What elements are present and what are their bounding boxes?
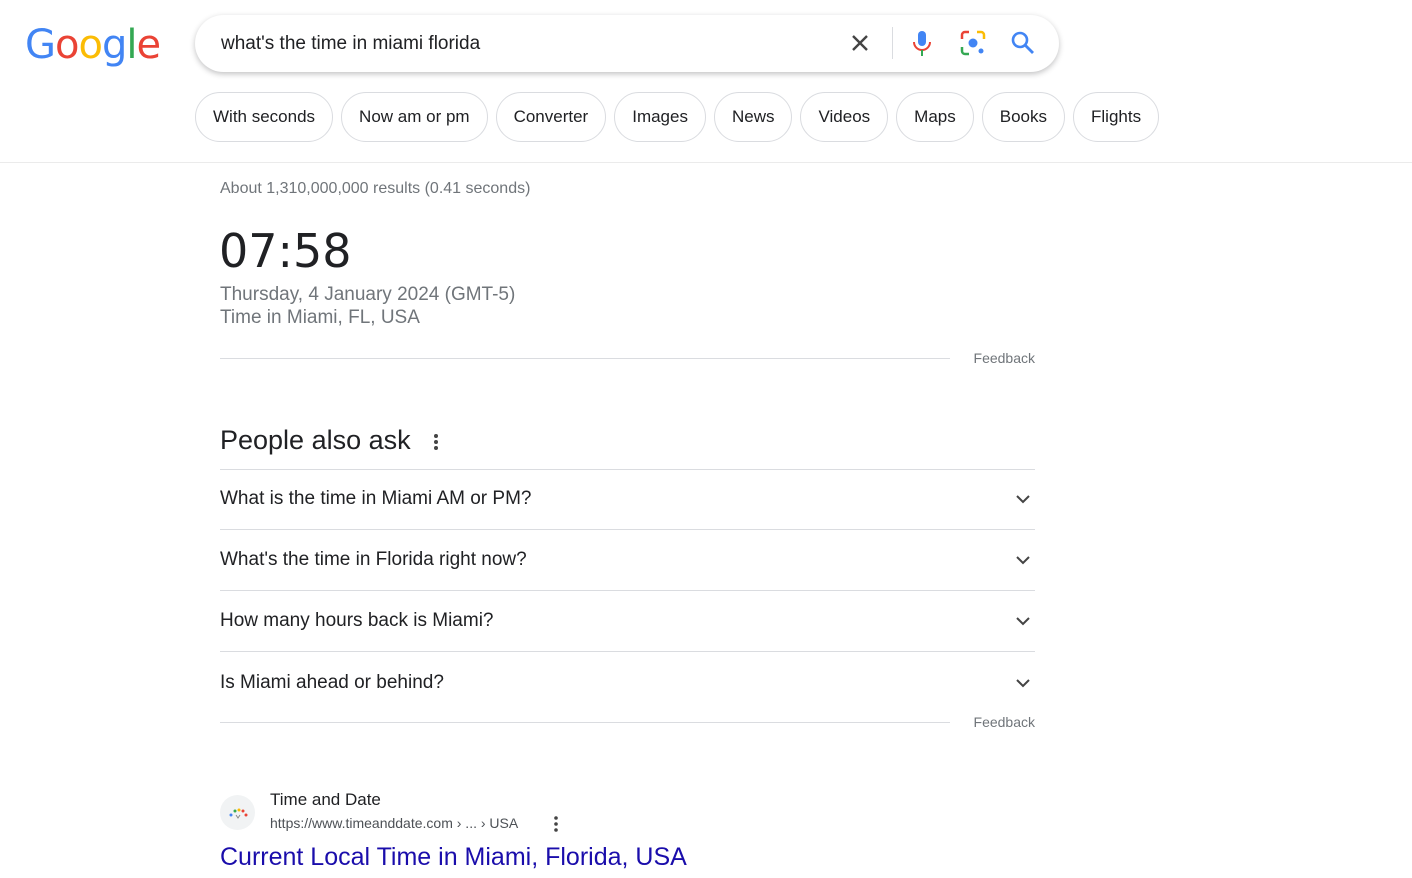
filter-chips: With seconds Now am or pm Converter Imag… — [195, 92, 1160, 142]
paa-title: People also ask — [220, 425, 411, 455]
google-logo[interactable]: Google — [25, 22, 161, 68]
lens-icon[interactable] — [959, 29, 987, 57]
chevron-down-icon — [1016, 556, 1030, 565]
chevron-down-icon — [1016, 495, 1030, 504]
chevron-down-icon — [1016, 617, 1030, 626]
question-text: What's the time in Florida right now? — [220, 549, 527, 570]
paa-question[interactable]: Is Miami ahead or behind? — [220, 652, 1035, 713]
result-more-icon[interactable] — [548, 815, 564, 833]
site-favicon — [220, 795, 255, 830]
question-text: What is the time in Miami AM or PM? — [220, 488, 532, 509]
result-stats: About 1,310,000,000 results (0.41 second… — [220, 180, 531, 197]
divider — [220, 722, 950, 723]
search-icon[interactable] — [1009, 29, 1037, 57]
divider — [220, 358, 950, 359]
chip-converter[interactable]: Converter — [495, 92, 607, 142]
search-input[interactable] — [221, 32, 821, 55]
chip-maps[interactable]: Maps — [896, 92, 974, 142]
header-divider — [0, 162, 1412, 163]
chip-now-am-or-pm[interactable]: Now am or pm — [341, 92, 488, 142]
divider — [892, 27, 893, 59]
chip-with-seconds[interactable]: With seconds — [195, 92, 334, 142]
result-site-name[interactable]: Time and Date — [270, 790, 381, 810]
more-options-icon[interactable] — [428, 432, 444, 452]
clock-details: Thursday, 4 January 2024 (GMT-5) Time in… — [220, 283, 515, 329]
result-url[interactable]: https://www.timeanddate.com › ... › USA — [270, 815, 518, 831]
paa-question[interactable]: How many hours back is Miami? — [220, 591, 1035, 652]
chip-books[interactable]: Books — [981, 92, 1065, 142]
paa-question[interactable]: What is the time in Miami AM or PM? — [220, 469, 1035, 530]
feedback-link[interactable]: Feedback — [974, 350, 1035, 366]
question-text: How many hours back is Miami? — [220, 610, 494, 631]
clock-date: Thursday, 4 January 2024 (GMT-5) — [220, 284, 516, 305]
microphone-icon[interactable] — [910, 29, 934, 57]
clear-icon[interactable] — [848, 31, 872, 55]
chip-flights[interactable]: Flights — [1073, 92, 1160, 142]
chip-news[interactable]: News — [713, 92, 793, 142]
result-title-link[interactable]: Current Local Time in Miami, Florida, US… — [220, 843, 687, 872]
question-text: Is Miami ahead or behind? — [220, 671, 444, 693]
search-box — [195, 15, 1059, 72]
paa-question[interactable]: What's the time in Florida right now? — [220, 530, 1035, 591]
chevron-down-icon — [1016, 678, 1030, 687]
clock-time: 07:58 — [219, 224, 352, 278]
chip-videos[interactable]: Videos — [800, 92, 889, 142]
clock-location: Time in Miami, FL, USA — [220, 307, 420, 328]
feedback-link[interactable]: Feedback — [974, 714, 1035, 730]
chip-images[interactable]: Images — [614, 92, 706, 142]
